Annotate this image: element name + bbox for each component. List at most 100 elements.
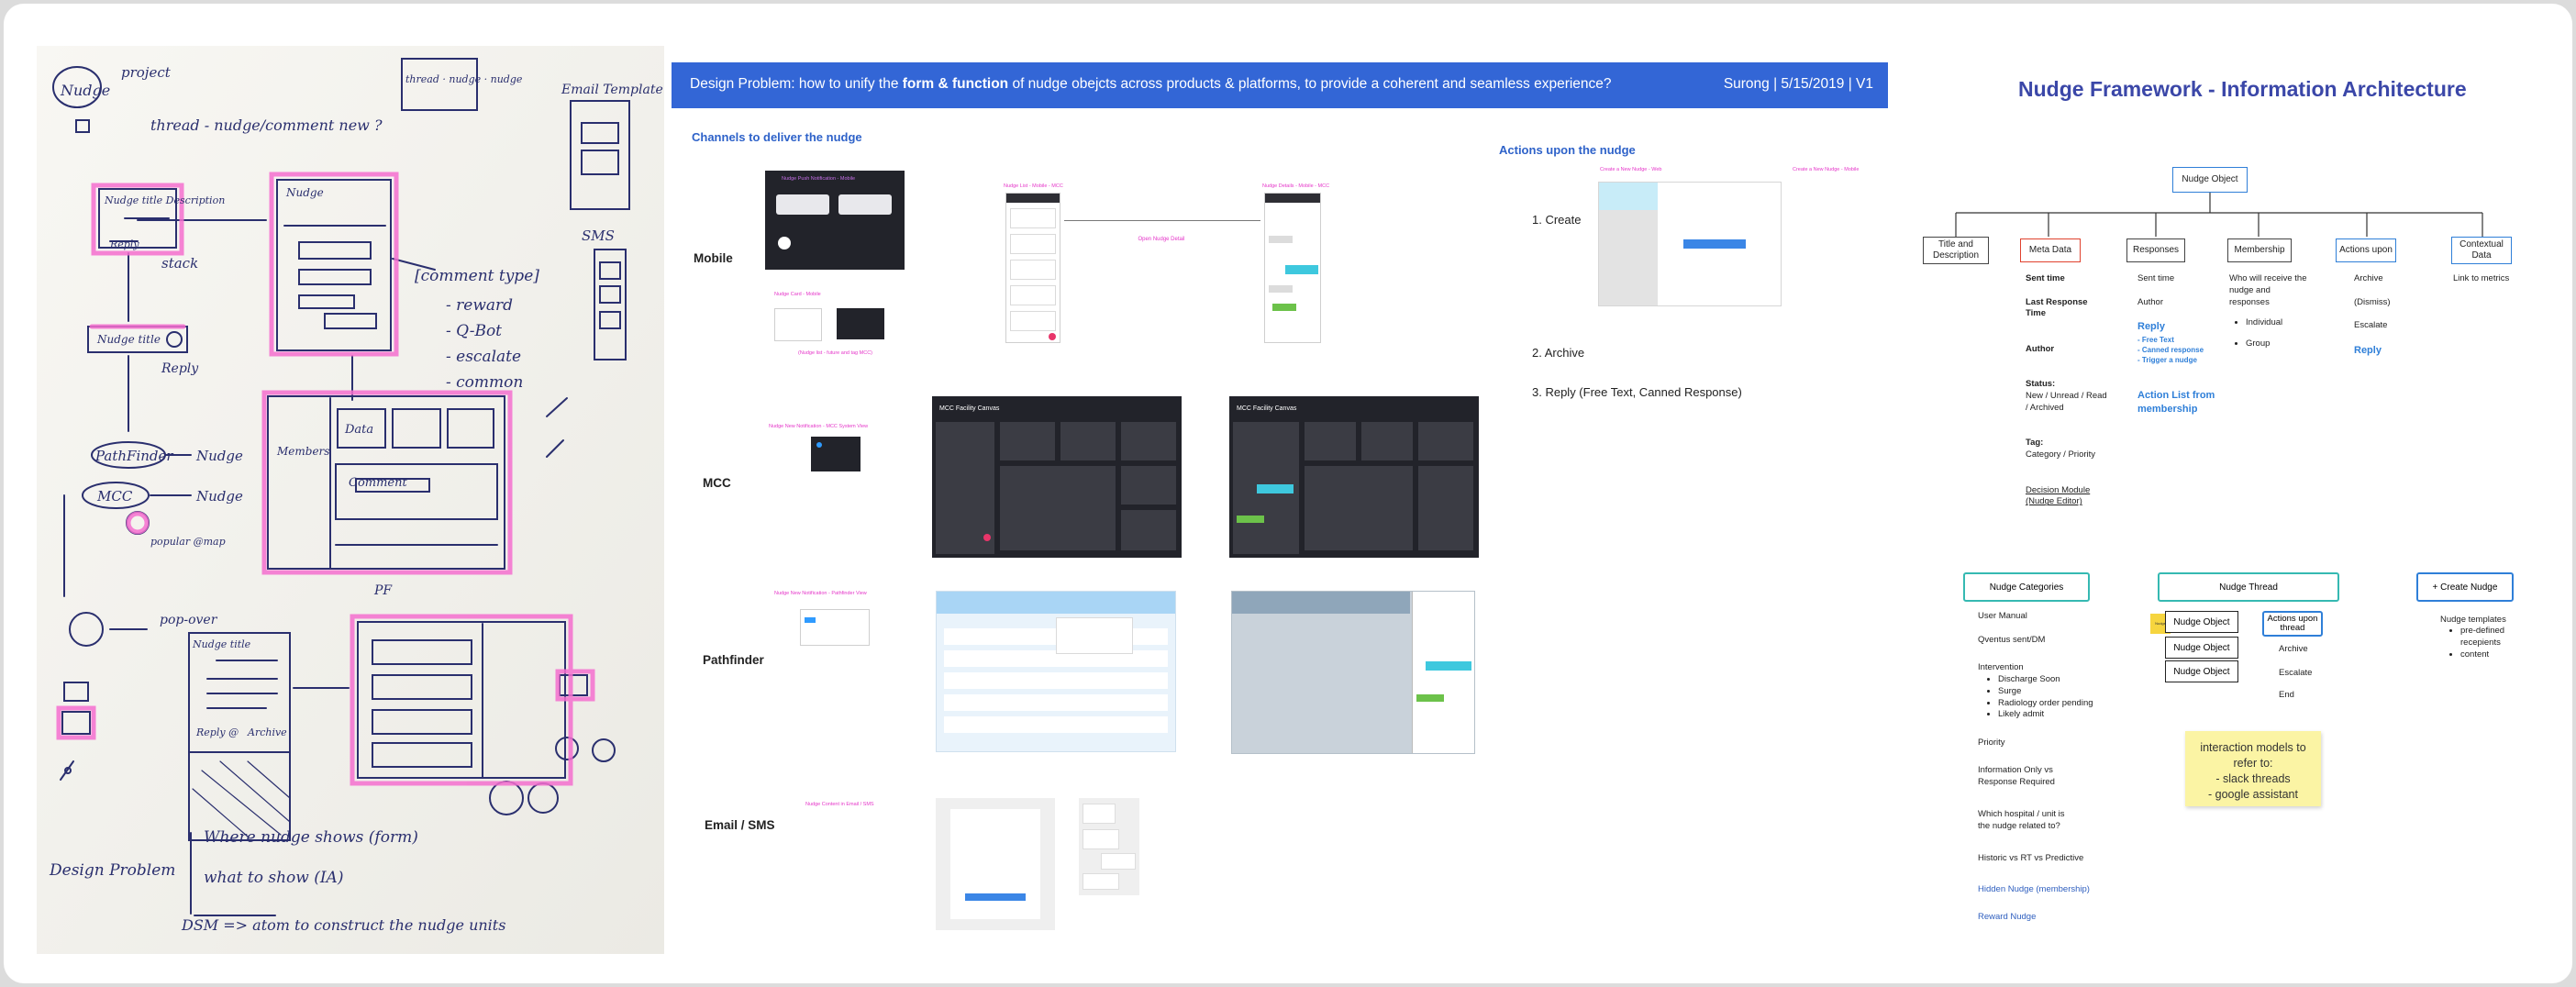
thread-actions-node[interactable]: Actions upon thread xyxy=(2262,611,2323,637)
row-label-pathfinder: Pathfinder xyxy=(703,653,764,667)
membership-item: Individual xyxy=(2246,317,2312,329)
create-submit-button[interactable] xyxy=(1683,239,1746,249)
create-nudge-item: content xyxy=(2460,649,2526,661)
sketch-email-template: Email Template xyxy=(561,83,663,97)
nudge-card-light[interactable] xyxy=(774,308,822,341)
sketch-thread-box: thread · nudge · nudge xyxy=(405,73,523,85)
list-item[interactable] xyxy=(1010,208,1056,228)
sketch-thread-note: thread - nudge/comment new ? xyxy=(150,116,383,134)
list-item[interactable] xyxy=(1010,260,1056,280)
ia-membership-node[interactable]: Membership xyxy=(2227,238,2292,262)
mobile-push-screen[interactable]: Nudge Push Notification - Mobile xyxy=(765,171,905,270)
email-cta-button[interactable] xyxy=(965,893,1026,901)
push-card-a xyxy=(776,194,829,215)
pf-canvas-a[interactable] xyxy=(936,591,1176,752)
mcc-tile xyxy=(1305,466,1413,550)
sketch-nudge: Nudge xyxy=(60,82,110,99)
sketch-members: Members xyxy=(276,445,329,458)
ia-responses-node[interactable]: Responses xyxy=(2126,238,2185,262)
pf-popover[interactable] xyxy=(1056,617,1133,654)
nudge-thread-node[interactable]: Nudge Thread xyxy=(2158,572,2339,602)
sketch-popover: pop-over xyxy=(160,613,218,627)
email-preview[interactable] xyxy=(936,798,1055,930)
fab-button[interactable] xyxy=(1049,333,1056,340)
list-item[interactable] xyxy=(1010,285,1056,305)
responses-reply: Reply xyxy=(2137,321,2165,333)
pf-chat-panel xyxy=(1412,592,1474,753)
fab-button[interactable] xyxy=(983,534,991,541)
meta-sent-time: Sent time xyxy=(2026,273,2065,283)
mcc-notif-screen[interactable] xyxy=(811,437,861,471)
category-link-reward[interactable]: Reward Nudge xyxy=(1978,912,2036,924)
list-item[interactable] xyxy=(1010,311,1056,331)
sketch-nudge-header: Nudge xyxy=(285,186,324,199)
mobile-list-screen[interactable] xyxy=(1005,193,1060,343)
thread-nudge-object[interactable]: Nudge Object xyxy=(2165,660,2238,682)
meta-last-response: Last Response Time xyxy=(2026,296,2088,319)
thread-nudge-object[interactable]: Nudge Object xyxy=(2165,611,2238,633)
sketch-pathfinder: PathFinder xyxy=(94,448,173,464)
sketch-card-title: Nudge title Description xyxy=(104,194,225,206)
action-create: 1. Create xyxy=(1532,213,1582,227)
chat-bubble xyxy=(1269,236,1293,243)
detail-header xyxy=(1265,194,1320,203)
email-body xyxy=(950,809,1040,919)
nudge-categories-node[interactable]: Nudge Categories xyxy=(1963,572,2090,602)
nudge-card-dark[interactable] xyxy=(837,308,884,339)
pf-row xyxy=(944,672,1168,689)
contextual-detail: Link to metrics xyxy=(2453,273,2510,283)
mcc-canvas-a[interactable]: MCC Facility Canvas xyxy=(932,396,1182,558)
row-label-mobile: Mobile xyxy=(694,251,733,265)
ia-actions-upon-node[interactable]: Actions upon xyxy=(2336,238,2396,262)
ia-title-description-node[interactable]: Title and Description xyxy=(1923,237,1989,264)
ia-root-node[interactable]: Nudge Object xyxy=(2172,167,2248,193)
email-content-label: Nudge Content in Email / SMS xyxy=(805,802,874,807)
actions-upon-reply: Reply xyxy=(2354,344,2382,356)
action-reply: 3. Reply (Free Text, Canned Response) xyxy=(1532,385,1742,399)
sketch-project: project xyxy=(121,64,172,81)
responses-sent-time: Sent time xyxy=(2137,273,2175,283)
banner-question: Design Problem: how to unify the form & … xyxy=(690,76,1612,93)
mobile-push-label: Nudge Push Notification - Mobile xyxy=(782,176,856,182)
sms-bubble xyxy=(1083,804,1116,824)
thread-nudge-object[interactable]: Nudge Object xyxy=(2165,637,2238,659)
sketch-data: Data xyxy=(344,423,373,437)
meta-data-detail: Sent time Last Response Time Author Stat… xyxy=(2026,273,2108,508)
pf-header xyxy=(937,592,1175,614)
push-card-b xyxy=(838,194,892,215)
push-app-icon xyxy=(778,237,791,250)
ia-title: Nudge Framework - Information Architectu… xyxy=(2018,77,2467,101)
sketch-nudge-a: Nudge xyxy=(195,448,243,464)
reply-item: - Free Text xyxy=(2137,336,2174,345)
category-item: User Manual xyxy=(1978,611,2027,621)
sms-preview[interactable] xyxy=(1079,798,1139,895)
responses-author: Author xyxy=(2137,296,2163,307)
create-nudge-button[interactable]: + Create Nudge xyxy=(2416,572,2514,602)
sketch-photo[interactable]: Nudge project thread - nudge/comment new… xyxy=(37,46,664,954)
mcc-canvas-b[interactable]: MCC Facility Canvas xyxy=(1229,396,1479,558)
pf-canvas-b[interactable] xyxy=(1231,591,1475,754)
category-item: Which hospital / unit is the nudge relat… xyxy=(1978,809,2065,831)
list-item[interactable] xyxy=(1010,234,1056,254)
pf-notif-screen[interactable] xyxy=(800,609,870,646)
ia-contextual-data-node[interactable]: Contextual Data xyxy=(2451,237,2512,264)
sticky-note[interactable]: interaction models to refer to: - slack … xyxy=(2185,731,2321,806)
mobile-detail-screen[interactable] xyxy=(1264,193,1321,343)
ia-meta-data-node[interactable]: Meta Data xyxy=(2020,238,2081,262)
actions-title: Actions upon the nudge xyxy=(1499,143,1636,157)
pf-row xyxy=(944,716,1168,733)
create-nudge-mock[interactable] xyxy=(1598,182,1782,306)
pf-notif-label: Nudge New Notification - Pathfinder View xyxy=(774,591,867,596)
sketch-popular: popular @map xyxy=(150,536,226,548)
thread-action-item: Escalate xyxy=(2279,668,2313,678)
sketch-drawing: Nudge project thread - nudge/comment new… xyxy=(37,46,664,954)
meta-decision-module[interactable]: Decision Module (Nudge Editor) xyxy=(2026,485,2090,507)
mcc-tile xyxy=(1305,422,1356,460)
category-link-hidden[interactable]: Hidden Nudge (membership) xyxy=(1978,884,2090,896)
meta-author: Author xyxy=(2026,343,2055,354)
pf-row xyxy=(944,694,1168,711)
whiteboard-canvas: Nudge project thread - nudge/comment new… xyxy=(4,4,2572,983)
responses-detail: Sent time Author Reply - Free Text - Can… xyxy=(2137,273,2224,416)
mobile-list-label: Nudge List - Mobile - MCC xyxy=(1004,183,1063,189)
meta-tag-label: Tag: xyxy=(2026,438,2044,449)
